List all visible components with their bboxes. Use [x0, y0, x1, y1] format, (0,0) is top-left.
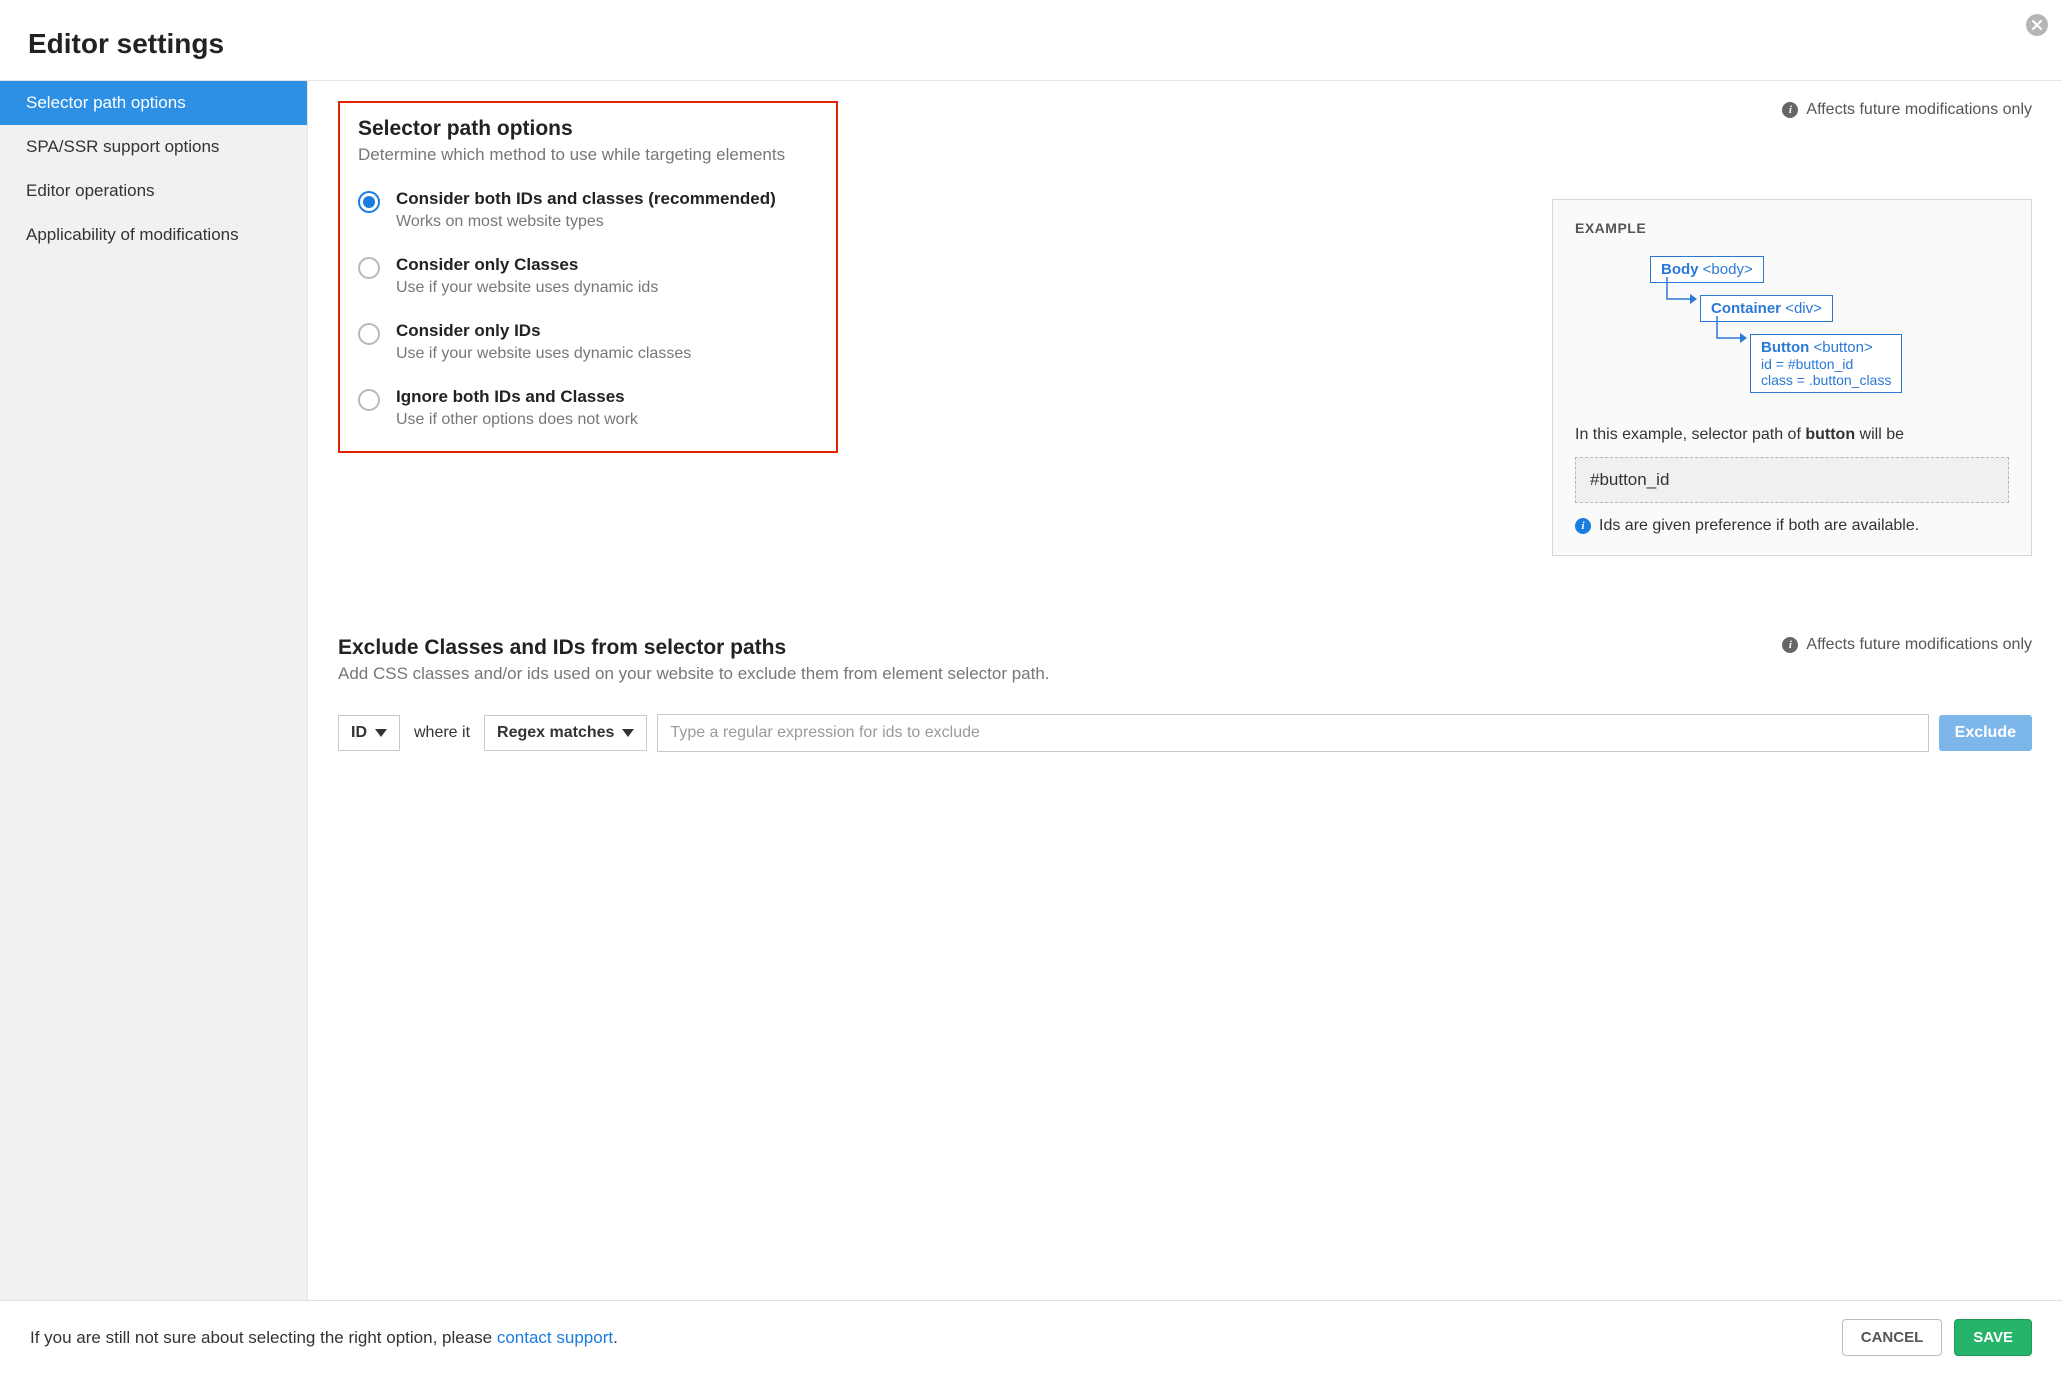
radio-option-classes[interactable]: Consider only Classes Use if your websit…: [358, 255, 818, 297]
radio-label: Consider only IDs: [396, 321, 691, 341]
exclude-input[interactable]: [657, 714, 1928, 752]
radio-icon[interactable]: [358, 257, 380, 279]
info-note-text: Affects future modifications only: [1806, 636, 2032, 654]
exclude-button[interactable]: Exclude: [1939, 715, 2032, 751]
footer: If you are still not sure about selectin…: [0, 1300, 2062, 1374]
sidebar-item-selector-path[interactable]: Selector path options: [0, 81, 307, 125]
sidebar-item-applicability[interactable]: Applicability of modifications: [0, 213, 307, 257]
chevron-down-icon: [375, 729, 387, 737]
radio-option-both[interactable]: Consider both IDs and classes (recommend…: [358, 189, 818, 231]
section-desc: Determine which method to use while targ…: [358, 145, 818, 165]
example-note-text: Ids are given preference if both are ava…: [1599, 517, 1919, 535]
info-note: i Affects future modifications only: [1782, 101, 2032, 119]
info-note-text: Affects future modifications only: [1806, 101, 2032, 119]
where-it-label: where it: [410, 716, 474, 750]
sidebar-item-spa-ssr[interactable]: SPA/SSR support options: [0, 125, 307, 169]
cancel-button[interactable]: CANCEL: [1842, 1319, 1943, 1356]
info-icon: i: [1782, 102, 1798, 118]
radio-sublabel: Use if your website uses dynamic ids: [396, 279, 658, 297]
example-description: In this example, selector path of button…: [1575, 423, 2009, 447]
radio-icon[interactable]: [358, 323, 380, 345]
info-icon: i: [1575, 518, 1591, 534]
example-code: #button_id: [1575, 457, 2009, 503]
example-heading: EXAMPLE: [1575, 220, 2009, 236]
close-icon[interactable]: [2026, 14, 2048, 36]
info-note: i Affects future modifications only: [1782, 636, 2032, 654]
select-match-type[interactable]: Regex matches: [484, 715, 647, 751]
example-panel: EXAMPLE Body <body>: [1552, 199, 2032, 556]
radio-icon[interactable]: [358, 191, 380, 213]
section-title: Selector path options: [358, 117, 818, 141]
selector-path-section: Selector path options Determine which me…: [338, 101, 838, 453]
tree-node-button: Button <button> id = #button_id class = …: [1750, 334, 1902, 393]
footer-help-text: If you are still not sure about selectin…: [30, 1328, 618, 1348]
info-icon: i: [1782, 637, 1798, 653]
radio-sublabel: Use if other options does not work: [396, 411, 638, 429]
chevron-down-icon: [622, 729, 634, 737]
radio-label: Consider both IDs and classes (recommend…: [396, 189, 776, 209]
radio-label: Ignore both IDs and Classes: [396, 387, 638, 407]
dom-tree: Body <body> Container <div>: [1575, 256, 2009, 393]
page-header: Editor settings: [0, 0, 2062, 80]
save-button[interactable]: SAVE: [1954, 1319, 2032, 1356]
select-attribute-type[interactable]: ID: [338, 715, 400, 751]
radio-sublabel: Use if your website uses dynamic classes: [396, 345, 691, 363]
radio-icon[interactable]: [358, 389, 380, 411]
sidebar-item-editor-ops[interactable]: Editor operations: [0, 169, 307, 213]
contact-support-link[interactable]: contact support: [497, 1328, 613, 1347]
sidebar: Selector path options SPA/SSR support op…: [0, 81, 308, 1300]
radio-option-ignore[interactable]: Ignore both IDs and Classes Use if other…: [358, 387, 818, 429]
exclude-section-desc: Add CSS classes and/or ids used on your …: [338, 664, 1762, 684]
main-content: Selector path options Determine which me…: [308, 81, 2062, 1300]
radio-option-ids[interactable]: Consider only IDs Use if your website us…: [358, 321, 818, 363]
radio-label: Consider only Classes: [396, 255, 658, 275]
page-title: Editor settings: [28, 28, 2034, 60]
exclude-section-title: Exclude Classes and IDs from selector pa…: [338, 636, 1762, 660]
example-note: i Ids are given preference if both are a…: [1575, 517, 2009, 535]
radio-sublabel: Works on most website types: [396, 213, 776, 231]
